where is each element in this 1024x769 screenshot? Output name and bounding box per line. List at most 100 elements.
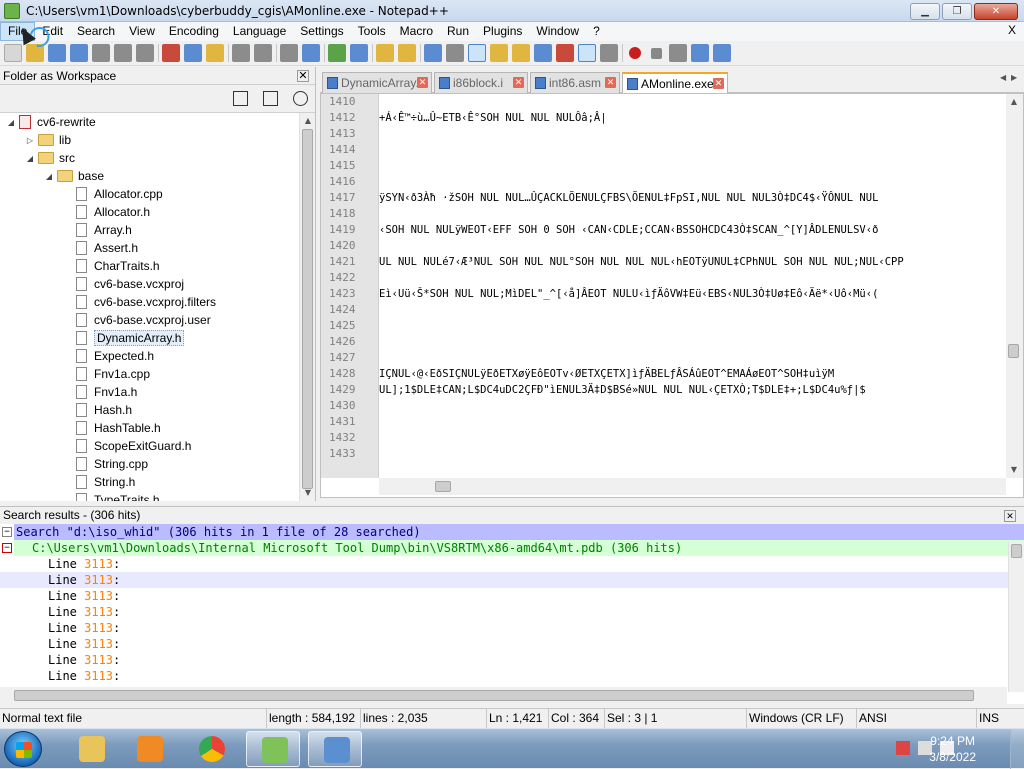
close-document-button[interactable]: X <box>1008 23 1016 37</box>
stop-macro-icon[interactable] <box>651 47 662 59</box>
sync-horizontal-icon[interactable] <box>398 44 416 62</box>
tree-item[interactable]: HashTable.h <box>0 419 300 437</box>
search-results-close-button[interactable]: ✕ <box>1004 510 1016 522</box>
tree-item[interactable]: CharTraits.h <box>0 257 300 275</box>
menu-window[interactable]: Window <box>529 22 586 41</box>
tab-scroll-right-icon[interactable]: ▶ <box>1011 73 1020 87</box>
taskbar-chrome[interactable] <box>184 731 238 767</box>
menu-tools[interactable]: Tools <box>351 22 393 41</box>
tree-item[interactable]: String.h <box>0 473 300 491</box>
collapse-icon[interactable]: − <box>2 543 12 553</box>
search-results-panel[interactable]: − Search "d:\iso_whid" (306 hits in 1 fi… <box>0 524 1024 704</box>
tab-amonline[interactable]: AMonline.exe ✕ <box>622 72 728 94</box>
search-file-line[interactable]: − C:\Users\vm1\Downloads\Internal Micros… <box>2 540 1024 556</box>
tab-close-icon[interactable]: ✕ <box>417 77 428 88</box>
tree-item[interactable]: ScopeExitGuard.h <box>0 437 300 455</box>
tree-item[interactable]: ◢ base <box>0 167 300 185</box>
scroll-down-arrow-icon[interactable]: ▼ <box>1006 462 1022 478</box>
tab-dynamicarray[interactable]: DynamicArray.h ✕ <box>322 72 432 93</box>
function-list-icon[interactable] <box>534 44 552 62</box>
workspace-close-button[interactable]: ✕ <box>297 70 309 82</box>
results-horizontal-scrollbar[interactable] <box>0 687 1007 704</box>
user-language-icon[interactable] <box>490 44 508 62</box>
tree-item[interactable]: ▷ lib <box>0 131 300 149</box>
editor-horizontal-scrollbar[interactable] <box>379 478 1006 495</box>
code-line[interactable] <box>379 350 1005 366</box>
code-line[interactable] <box>379 142 1005 158</box>
search-result-line[interactable]: Line 3113: <box>0 652 1024 668</box>
tree-item[interactable]: Hash.h <box>0 401 300 419</box>
replace-icon[interactable] <box>302 44 320 62</box>
tree-item[interactable]: String.cpp <box>0 455 300 473</box>
tree-item[interactable]: cv6-base.vcxproj.filters <box>0 293 300 311</box>
play-macro-icon[interactable] <box>669 44 687 62</box>
code-line[interactable] <box>379 430 1005 446</box>
menu-plugins[interactable]: Plugins <box>476 22 529 41</box>
notepadpp-app-icon[interactable] <box>4 2 20 19</box>
code-line[interactable] <box>379 270 1005 286</box>
close-all-icon[interactable] <box>114 44 132 62</box>
doc-map-icon[interactable] <box>512 44 530 62</box>
show-all-chars-icon[interactable] <box>446 44 464 62</box>
menu-search[interactable]: Search <box>70 22 122 41</box>
code-line[interactable]: +Á‹Ê™÷ù…Û~ETB‹Ê°SOH NUL NUL NULÔâ;Â| <box>379 110 1005 126</box>
results-scroll-thumb[interactable] <box>1011 544 1022 558</box>
code-line[interactable]: UL NUL NULé7‹Æ³NUL SOH NUL NUL°SOH NUL N… <box>379 254 1005 270</box>
tree-item[interactable]: ◢ cv6-rewrite <box>0 113 300 131</box>
menu-help[interactable]: ? <box>586 22 607 41</box>
print-icon[interactable] <box>136 44 154 62</box>
tree-item[interactable]: Assert.h <box>0 239 300 257</box>
run-macro-multiple-icon[interactable] <box>691 44 709 62</box>
code-line[interactable] <box>379 158 1005 174</box>
redo-icon[interactable] <box>254 44 272 62</box>
record-macro-icon[interactable] <box>629 47 641 59</box>
indent-guide-icon[interactable] <box>468 44 486 62</box>
results-vertical-scrollbar[interactable] <box>1008 542 1024 692</box>
action-center-icon[interactable] <box>896 741 910 755</box>
code-line[interactable] <box>379 398 1005 414</box>
expand-toggle-icon[interactable]: ◢ <box>6 118 16 127</box>
zoom-in-icon[interactable] <box>328 44 346 62</box>
expand-toggle-icon[interactable]: ◢ <box>25 154 35 163</box>
code-line[interactable] <box>379 174 1005 190</box>
menu-settings[interactable]: Settings <box>293 22 350 41</box>
menu-view[interactable]: View <box>122 22 162 41</box>
save-macro-icon[interactable] <box>713 44 731 62</box>
code-line[interactable] <box>379 318 1005 334</box>
sync-vertical-icon[interactable] <box>376 44 394 62</box>
editor-hscroll-thumb[interactable] <box>435 481 451 492</box>
search-result-line[interactable]: Line 3113: <box>0 620 1024 636</box>
tree-scrollbar[interactable]: ▲ ▼ <box>299 113 315 501</box>
taskbar-notepadpp[interactable] <box>246 731 300 767</box>
start-button[interactable] <box>4 731 42 767</box>
tree-scroll-thumb[interactable] <box>302 129 313 489</box>
taskbar-media-player[interactable] <box>122 731 176 767</box>
menu-language[interactable]: Language <box>226 22 293 41</box>
editor-pane[interactable]: 1410 1412 1413 1414 1415 1416 1417 1418 1419 1420… <box>320 93 1024 498</box>
find-icon[interactable] <box>280 44 298 62</box>
undo-icon[interactable] <box>232 44 250 62</box>
tab-i86block[interactable]: i86block.i ✕ <box>434 72 528 93</box>
close-window-button[interactable]: ✕ <box>974 3 1018 20</box>
tree-item[interactable]: Allocator.cpp <box>0 185 300 203</box>
code-line[interactable] <box>379 414 1005 430</box>
tree-item[interactable]: Fnv1a.cpp <box>0 365 300 383</box>
code-line[interactable]: IÇNUL‹@‹EðSIÇNULÿEðETXøÿEôEOTv‹ØETXÇETX]… <box>379 366 1005 382</box>
expand-toggle-icon[interactable]: ▷ <box>25 136 35 145</box>
tree-item[interactable]: DynamicArray.h <box>0 329 300 347</box>
expand-toggle-icon[interactable]: ◢ <box>44 172 54 181</box>
search-result-line[interactable]: Line 3113: <box>0 604 1024 620</box>
cut-icon[interactable] <box>162 44 180 62</box>
tab-scroll-left-icon[interactable]: ◀ <box>1000 73 1009 87</box>
code-line[interactable] <box>379 446 1005 462</box>
tab-int86[interactable]: int86.asm ✕ <box>530 72 620 93</box>
tree-item[interactable]: ◢ src <box>0 149 300 167</box>
taskbar-explorer[interactable] <box>64 731 118 767</box>
collapse-all-icon[interactable] <box>263 91 278 106</box>
tree-item[interactable]: Expected.h <box>0 347 300 365</box>
tree-item[interactable]: cv6-base.vcxproj.user <box>0 311 300 329</box>
scroll-up-arrow-icon[interactable]: ▲ <box>300 113 316 129</box>
tab-close-icon[interactable]: ✕ <box>713 78 724 89</box>
search-result-line[interactable]: Line 3113: <box>0 556 1024 572</box>
search-summary-line[interactable]: − Search "d:\iso_whid" (306 hits in 1 fi… <box>2 524 1024 540</box>
